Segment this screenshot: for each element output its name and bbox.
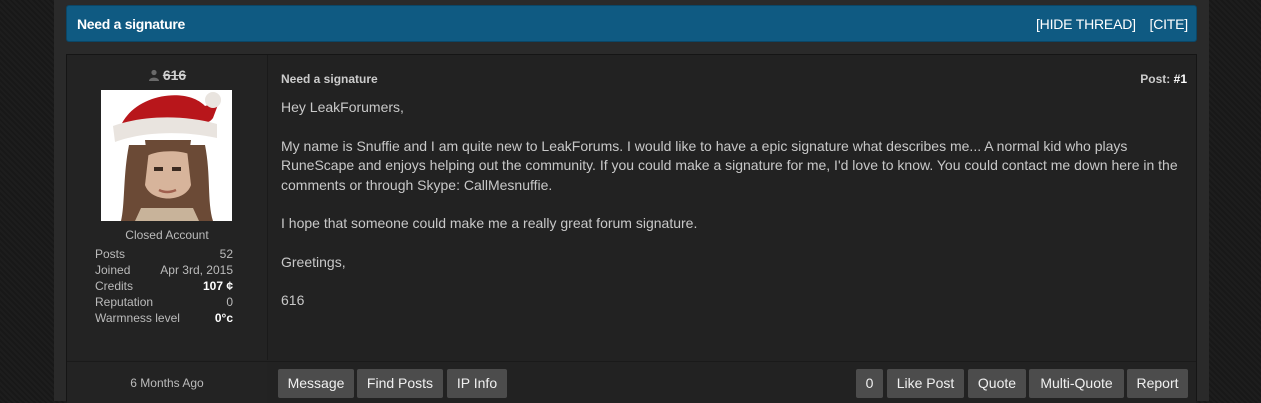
stat-value: 107 ¢ bbox=[202, 279, 233, 293]
ip-info-button[interactable]: IP Info bbox=[447, 369, 507, 398]
message-paragraph: I hope that someone could make me a real… bbox=[281, 215, 698, 231]
report-button[interactable]: Report bbox=[1127, 369, 1188, 398]
stat-label: Posts bbox=[95, 247, 126, 261]
thread-title: Need a signature bbox=[77, 16, 186, 32]
avatar-image bbox=[101, 90, 232, 221]
thread-actions: [HIDE THREAD] [CITE] bbox=[1026, 16, 1188, 32]
stat-label: Warmness level bbox=[95, 311, 180, 325]
quote-button[interactable]: Quote bbox=[968, 369, 1026, 398]
post-message: Hey LeakForumers, My name is Snuffie and… bbox=[281, 98, 1187, 311]
thread-header: Need a signature [HIDE THREAD] [CITE] bbox=[66, 5, 1197, 42]
post-number-label: Post: bbox=[1140, 72, 1171, 86]
user-rank: Closed Account bbox=[125, 228, 209, 242]
stat-label: Joined bbox=[95, 263, 131, 277]
stat-value: Apr 3rd, 2015 bbox=[160, 263, 233, 277]
multi-quote-button[interactable]: Multi-Quote bbox=[1029, 369, 1124, 398]
post-subject: Need a signature bbox=[281, 72, 378, 86]
message-paragraph: 616 bbox=[281, 292, 305, 308]
user-stats: Posts 52 Joined Apr 3rd, 2015 Credits 10… bbox=[95, 246, 233, 326]
post-controls: Message Find Posts IP Info 0 Like Post Q… bbox=[267, 361, 1196, 403]
post-number: Post: #1 bbox=[1140, 72, 1187, 86]
stat-posts: Posts 52 bbox=[95, 246, 233, 262]
like-count[interactable]: 0 bbox=[856, 369, 883, 398]
like-post-button[interactable]: Like Post bbox=[887, 369, 964, 398]
stat-joined: Joined Apr 3rd, 2015 bbox=[95, 262, 233, 278]
message-paragraph: My name is Snuffie and I am quite new to… bbox=[281, 137, 1178, 193]
username-row: 616 bbox=[67, 67, 267, 83]
post-content: Need a signature Post: #1 Hey LeakForume… bbox=[281, 55, 1187, 360]
hide-thread-link[interactable]: [HIDE THREAD] bbox=[1036, 16, 1136, 32]
cite-link[interactable]: [CITE] bbox=[1150, 16, 1189, 32]
stat-reputation: Reputation 0 bbox=[95, 294, 233, 310]
username[interactable]: 616 bbox=[163, 67, 186, 83]
stat-value: 0°c bbox=[214, 311, 233, 325]
find-posts-button[interactable]: Find Posts bbox=[357, 369, 443, 398]
message-paragraph: Greetings, bbox=[281, 253, 346, 270]
post: 616 Closed Account Posts 52 Joined Apr 3… bbox=[66, 54, 1197, 403]
user-info-pane: 616 Closed Account Posts 52 Joined Apr 3… bbox=[67, 55, 268, 360]
stat-label: Credits bbox=[95, 279, 134, 293]
stat-credits: Credits 107 ¢ bbox=[95, 278, 233, 294]
stat-value: 0 bbox=[226, 295, 233, 309]
message-paragraph: Hey LeakForumers, bbox=[281, 99, 404, 115]
post-number-link[interactable]: #1 bbox=[1174, 72, 1187, 86]
user-icon bbox=[148, 69, 159, 81]
stat-value: 52 bbox=[219, 247, 233, 261]
stat-warmness: Warmness level 0°c bbox=[95, 310, 233, 326]
post-date-pane: 6 Months Ago bbox=[67, 361, 268, 403]
stat-label: Reputation bbox=[95, 295, 154, 309]
message-button[interactable]: Message bbox=[278, 369, 354, 398]
avatar[interactable] bbox=[101, 90, 232, 221]
post-date: 6 Months Ago bbox=[130, 376, 204, 390]
